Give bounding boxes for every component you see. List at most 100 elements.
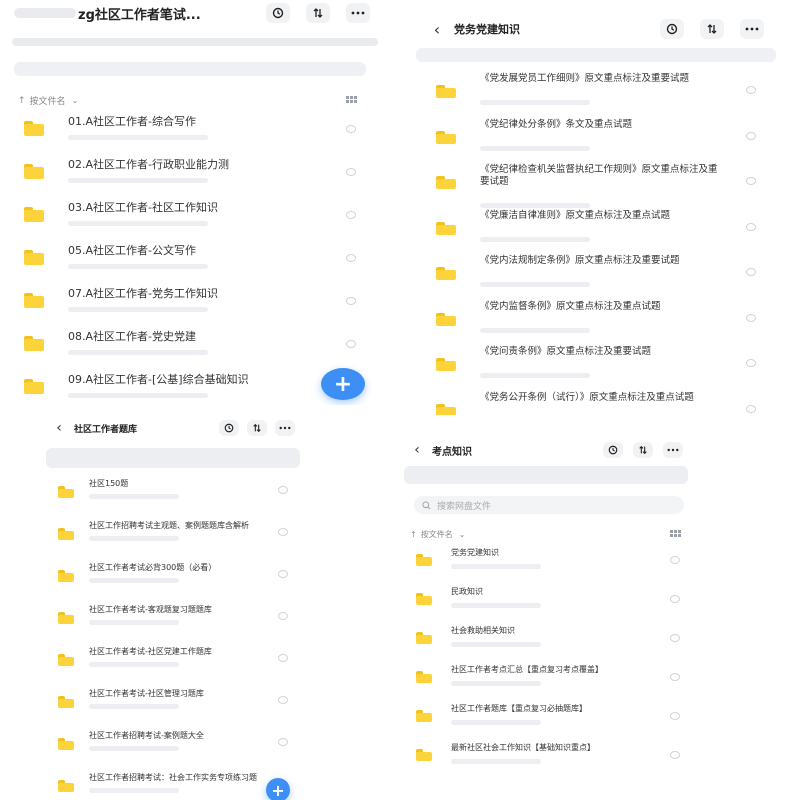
list-item[interactable]: 社区工作者招聘考试-案例题大全 [40, 728, 305, 770]
more-button[interactable] [275, 420, 295, 436]
select-radio[interactable] [670, 595, 680, 603]
list-item[interactable]: 08.A社区工作者-党史党建 [0, 323, 380, 366]
panel-exam-points: ‹ 考点知识 搜索网盘文件 ↑ 按文件名 ⌄ 党务党建知识 民政知识 社会救助相关知… [400, 436, 695, 770]
select-radio[interactable] [746, 177, 756, 185]
list-item[interactable]: 《党纪律检查机关监督执纪工作规则》原文重点标注及重要试题 [400, 159, 780, 209]
file-meta-blurred [68, 350, 208, 355]
file-name: 《党廉洁自律准则》原文重点标注及重点试题 [480, 209, 671, 221]
file-meta-blurred [451, 720, 541, 725]
select-radio[interactable] [278, 570, 288, 578]
select-radio[interactable] [346, 297, 356, 305]
blurred-search-bar[interactable] [416, 48, 776, 62]
list-item[interactable]: 社区工作者考试-客观题复习题题库 [40, 602, 305, 644]
back-button[interactable]: ‹ [50, 420, 68, 436]
select-radio[interactable] [346, 340, 356, 348]
select-radio[interactable] [670, 673, 680, 681]
grid-view-icon[interactable] [346, 96, 357, 103]
select-radio[interactable] [278, 486, 288, 494]
back-button[interactable]: ‹ [408, 442, 426, 458]
add-button[interactable]: + [321, 368, 365, 400]
select-radio[interactable] [746, 131, 756, 140]
list-item[interactable]: 社区工作者题库【重点复习必抽题库】 [400, 696, 695, 735]
select-radio[interactable] [346, 168, 356, 176]
sort-button[interactable] [247, 420, 267, 436]
add-button[interactable]: + [266, 778, 290, 800]
list-item[interactable]: 《党廉洁自律准则》原文重点标注及重点试题 [400, 205, 780, 251]
select-radio[interactable] [346, 211, 356, 219]
list-item[interactable]: 《党问责条例》原文重点标注及重要试题 [400, 341, 780, 387]
list-item[interactable]: 《党内法规制定条例》原文重点标注及重要试题 [400, 250, 780, 296]
file-name: 02.A社区工作者-行政职业能力测 [68, 158, 229, 171]
history-button[interactable] [603, 442, 623, 458]
more-button[interactable] [346, 3, 370, 23]
select-radio[interactable] [670, 751, 680, 759]
chevron-down-icon: ⌄ [71, 96, 79, 105]
more-button[interactable] [663, 442, 683, 458]
back-button[interactable]: ‹ [428, 20, 446, 39]
file-name: 《党发展党员工作细则》原文重点标注及重要试题 [480, 73, 690, 84]
list-item[interactable]: 最新社区社会工作知识【基础知识重点】 [400, 735, 695, 770]
select-radio[interactable] [346, 254, 356, 262]
sort-button[interactable] [700, 19, 724, 39]
list-item[interactable]: 社区工作者考试必背300题（必看） [40, 560, 305, 602]
select-radio[interactable] [746, 313, 756, 322]
file-meta-blurred [480, 282, 590, 287]
history-button[interactable] [266, 3, 290, 23]
history-button[interactable] [219, 420, 239, 436]
list-item[interactable]: 党务党建知识 [400, 540, 695, 579]
list-item[interactable]: 社区工作者考试-社区管理习题库 [40, 686, 305, 728]
list-item[interactable]: 《党务公开条例（试行）》原文重点标注及重点试题 [400, 387, 780, 415]
list-item[interactable]: 社会救助相关知识 [400, 618, 695, 657]
list-item[interactable]: 03.A社区工作者-社区工作知识 [0, 194, 380, 237]
folder-icon [416, 554, 432, 566]
history-button[interactable] [660, 19, 684, 39]
select-radio[interactable] [746, 359, 756, 367]
list-item[interactable]: 《党内监督条例》原文重点标注及重点试题 [400, 296, 780, 342]
sort-control[interactable]: ↑ 按文件名 ⌄ [410, 529, 465, 540]
select-radio[interactable] [746, 404, 756, 413]
list-item[interactable]: 《党纪律处分条例》条文及重点试题 [400, 114, 780, 160]
file-name: 民政知识 [451, 587, 483, 596]
blurred-search-bar[interactable] [46, 448, 300, 468]
list-item[interactable]: 社区工作者考试-社区党建工作题库 [40, 644, 305, 686]
list-item[interactable]: 社区150题 [40, 476, 305, 518]
file-name: 《党务公开条例（试行）》原文重点标注及重点试题 [480, 391, 694, 403]
folder-icon [24, 379, 44, 394]
select-radio[interactable] [746, 222, 756, 231]
select-radio[interactable] [670, 634, 680, 642]
select-radio[interactable] [746, 268, 756, 276]
search-input[interactable]: 搜索网盘文件 [414, 496, 684, 514]
list-item[interactable]: 《党发展党员工作细则》原文重点标注及重要试题 [400, 68, 780, 114]
list-item[interactable]: 社区工作者招聘考试：社会工作实务专项练习题 [40, 770, 305, 800]
blurred-search-bar[interactable] [14, 62, 366, 76]
select-radio[interactable] [278, 738, 288, 746]
select-radio[interactable] [746, 86, 756, 94]
select-radio[interactable] [278, 528, 288, 536]
list-item[interactable]: 01.A社区工作者-综合写作 [0, 108, 380, 151]
more-icon [745, 27, 759, 31]
file-meta-blurred [480, 327, 590, 333]
sort-button[interactable] [306, 3, 330, 23]
select-radio[interactable] [278, 696, 288, 704]
select-radio[interactable] [670, 712, 680, 720]
select-radio[interactable] [346, 125, 356, 133]
file-name: 《党问责条例》原文重点标注及重要试题 [480, 346, 652, 357]
list-item[interactable]: 07.A社区工作者-党务工作知识 [0, 280, 380, 323]
list-item[interactable]: 05.A社区工作者-公文写作 [0, 237, 380, 280]
list-item[interactable]: 民政知识 [400, 579, 695, 618]
grid-view-icon[interactable] [670, 530, 681, 537]
history-icon [224, 423, 234, 433]
list-item[interactable]: 社区工作者考点汇总【重点复习考点覆盖】 [400, 657, 695, 696]
sort-control[interactable]: ↑ 按文件名 ⌄ [18, 94, 79, 108]
more-button[interactable] [740, 19, 764, 39]
list-item[interactable]: 02.A社区工作者-行政职业能力测 [0, 151, 380, 194]
select-radio[interactable] [278, 612, 288, 620]
folder-icon [58, 696, 74, 708]
folder-icon [436, 176, 456, 189]
history-icon [666, 23, 678, 35]
select-radio[interactable] [670, 556, 680, 564]
sort-button[interactable] [633, 442, 653, 458]
select-radio[interactable] [278, 654, 288, 662]
folder-icon [24, 293, 44, 308]
list-item[interactable]: 社区工作招聘考试主观题、案例题题库含解析 [40, 518, 305, 560]
